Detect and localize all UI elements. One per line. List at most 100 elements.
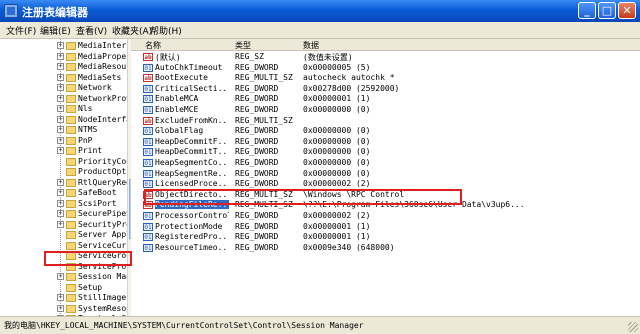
registry-value-row[interactable]: 01 ProtectionMode REG_DWORD 0x00000001 (1) <box>131 222 640 233</box>
tree-item[interactable]: + NTMS <box>0 125 127 136</box>
registry-value-row[interactable]: 01 AutoChkTimeout REG_DWORD 0x00000005 (5) <box>131 63 640 74</box>
value-name: HeapSegmentRe... <box>155 168 229 178</box>
tree-item[interactable]: + NodeInterface <box>0 115 127 126</box>
registry-value-row[interactable]: 01 HeapDeCommitF... REG_DWORD 0x00000000 (0… <box>131 137 640 148</box>
expand-toggle-icon[interactable]: + <box>57 115 64 123</box>
column-header-type[interactable]: 类型 <box>235 40 251 51</box>
binary-value-icon: 01 <box>143 106 153 114</box>
registry-value-row[interactable]: 01 ResourceTimeo... REG_DWORD 0x0009e340 (6… <box>131 243 640 254</box>
expand-toggle-icon[interactable]: + <box>57 189 64 196</box>
minimize-button[interactable]: _ <box>578 2 596 19</box>
menu-edit[interactable]: 编辑(E) <box>40 24 71 37</box>
value-name: BootExecute <box>155 73 208 83</box>
expand-toggle-icon[interactable]: + <box>57 73 64 81</box>
tree-item[interactable]: + StillImage <box>0 293 127 304</box>
title-bar[interactable]: 注册表编辑器 _ □ ✕ <box>0 0 640 22</box>
value-data: 0x00000000 (0) <box>303 168 371 178</box>
tree-item[interactable]: + PnP <box>0 136 127 147</box>
expand-toggle-icon[interactable]: + <box>57 84 64 91</box>
expand-toggle-icon[interactable]: + <box>57 220 64 228</box>
highlight-box-session-manager <box>44 251 132 266</box>
close-button[interactable]: ✕ <box>618 2 636 19</box>
registry-value-row[interactable]: 01 ProcessorControl REG_DWORD 0x00000002 (2… <box>131 211 640 222</box>
tree-item[interactable]: + ScsiPort <box>0 199 127 210</box>
registry-value-row[interactable]: 01 HeapSegmentCo... REG_DWORD 0x00000000 (0… <box>131 158 640 169</box>
tree-item-label: MediaSets <box>78 72 122 82</box>
value-type: REG_DWORD <box>235 168 279 178</box>
value-name: GlobalFlag <box>155 126 204 136</box>
binary-value-icon: 01 <box>143 212 153 220</box>
list-header: 名称 类型 数据 <box>131 39 640 51</box>
expand-toggle-icon[interactable]: + <box>57 199 64 207</box>
binary-value-icon: 01 <box>143 95 153 104</box>
registry-value-row[interactable]: 01 HeapSegmentRe... REG_DWORD 0x00000000 (0… <box>131 169 640 180</box>
expand-toggle-icon[interactable]: + <box>57 210 64 217</box>
tree-item-label: Network <box>78 83 112 92</box>
expand-toggle-icon[interactable]: + <box>57 94 64 102</box>
expand-toggle-icon[interactable]: + <box>57 147 64 154</box>
tree-item[interactable]: + SystemResourc <box>0 304 127 315</box>
value-name: ProcessorControl <box>155 211 229 220</box>
binary-value-icon: 01 <box>143 137 153 146</box>
expand-toggle-icon[interactable]: + <box>57 273 64 280</box>
menu-help[interactable]: 帮助(H) <box>150 24 182 37</box>
registry-value-row[interactable]: ab (默认) REG_SZ (数值未设置) <box>131 52 640 63</box>
registry-value-row[interactable]: 01 GlobalFlag REG_DWORD 0x00000000 (0) <box>131 126 640 137</box>
expand-toggle-icon[interactable]: + <box>57 294 64 301</box>
tree-item[interactable]: + MediaInterfac <box>0 41 127 52</box>
expand-toggle-icon[interactable]: + <box>57 178 64 186</box>
registry-value-row[interactable]: ab BootExecute REG_MULTI_SZ autocheck autoc… <box>131 73 640 84</box>
expand-toggle-icon[interactable]: + <box>57 52 64 60</box>
tree-item[interactable]: + Nls <box>0 104 127 115</box>
tree-item[interactable]: Server Applic <box>0 230 127 241</box>
tree-item[interactable]: ServiceCurren <box>0 241 127 252</box>
folder-icon <box>66 126 76 134</box>
expand-toggle-icon[interactable]: + <box>57 105 64 112</box>
folder-icon <box>66 73 76 82</box>
tree-item[interactable]: + SecurityProvi <box>0 220 127 231</box>
tree-item[interactable]: + NetworkProvid <box>0 94 127 105</box>
tree-item[interactable]: Setup <box>0 283 127 294</box>
tree-item-label: ServiceCurren <box>78 240 127 250</box>
tree-item[interactable]: + Session Manag <box>0 272 127 283</box>
values-list-pane[interactable]: 名称 类型 数据 ab (默认) REG_SZ (数值未设置) 01 AutoChkTim… <box>131 39 640 316</box>
expand-toggle-icon[interactable]: + <box>57 126 64 133</box>
value-type: REG_DWORD <box>235 83 279 93</box>
tree-item[interactable]: ProductOption <box>0 167 127 178</box>
tree-item[interactable]: + Print <box>0 146 127 157</box>
column-header-data[interactable]: 数据 <box>303 40 319 51</box>
value-data: 0x00000002 (2) <box>303 179 371 189</box>
registry-tree-pane[interactable]: + MediaInterfac + MediaProperti + MediaResour… <box>0 39 128 316</box>
tree-item[interactable]: + RtlQueryRegis <box>0 178 127 189</box>
tree-item[interactable]: + MediaResource <box>0 62 127 73</box>
menu-view[interactable]: 查看(V) <box>76 24 107 37</box>
value-type: REG_DWORD <box>235 242 279 252</box>
tree-item[interactable]: + SecurePipeSer <box>0 209 127 220</box>
tree-item-label: SystemResourc <box>78 303 127 313</box>
tree-item[interactable]: + MediaSets <box>0 73 127 84</box>
tree-item[interactable]: + MediaProperti <box>0 52 127 63</box>
registry-value-row[interactable]: 01 EnableMCA REG_DWORD 0x00000001 (1) <box>131 94 640 105</box>
expand-toggle-icon[interactable]: + <box>57 136 64 144</box>
column-header-name[interactable]: 名称 <box>145 40 161 51</box>
maximize-button[interactable]: □ <box>598 2 616 19</box>
resize-grip-icon[interactable] <box>628 322 638 332</box>
tree-item[interactable]: + SafeBoot <box>0 188 127 199</box>
folder-icon <box>66 136 76 145</box>
expand-toggle-icon[interactable]: + <box>57 304 64 312</box>
menu-file[interactable]: 文件(F) <box>6 24 36 37</box>
expand-toggle-icon[interactable]: + <box>57 42 64 49</box>
value-name: ExcludeFromKn... <box>155 115 229 125</box>
value-data: 0x00000000 (0) <box>303 105 371 114</box>
registry-value-row[interactable]: 01 EnableMCE REG_DWORD 0x00000000 (0) <box>131 105 640 116</box>
expand-toggle-icon[interactable]: + <box>57 63 64 70</box>
registry-value-row[interactable]: ab ExcludeFromKn... REG_MULTI_SZ <box>131 116 640 127</box>
registry-value-row[interactable]: 01 CriticalSecti... REG_DWORD 0x00278d00 (2… <box>131 84 640 95</box>
value-data: 0x00000000 (0) <box>303 136 371 146</box>
menu-favorites[interactable]: 收藏夹(A) <box>112 24 152 37</box>
tree-item-label: Nls <box>78 104 93 113</box>
tree-item[interactable]: PriorityContr <box>0 157 127 168</box>
registry-value-row[interactable]: 01 RegisteredPro... REG_DWORD 0x00000001 (1… <box>131 232 640 243</box>
tree-item[interactable]: + Network <box>0 83 127 94</box>
registry-value-row[interactable]: 01 HeapDeCommitT... REG_DWORD 0x00000000 (0… <box>131 147 640 158</box>
